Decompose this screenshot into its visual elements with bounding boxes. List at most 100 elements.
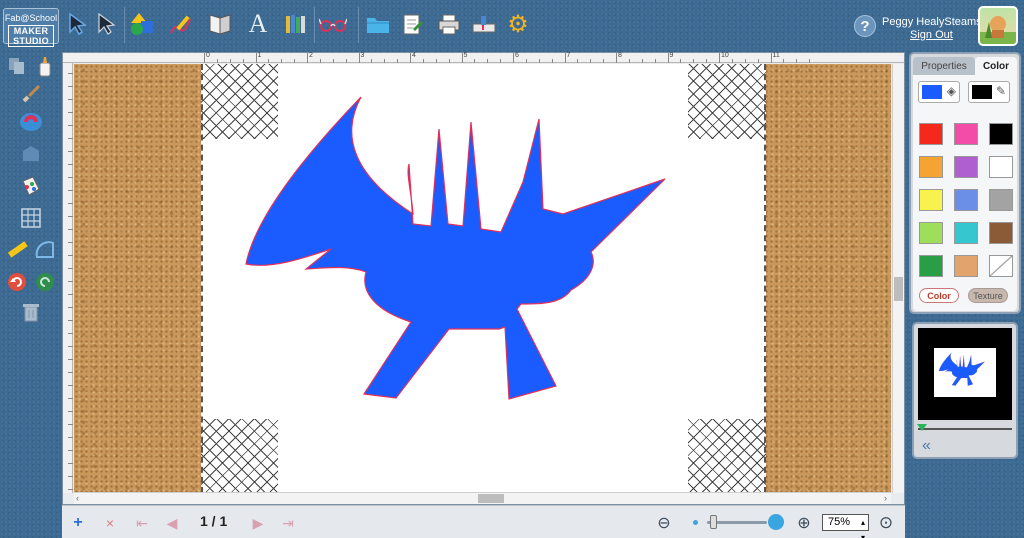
horizontal-scrollbar[interactable]: ‹ › — [74, 492, 891, 504]
fill-color-selector[interactable]: ◈ — [918, 81, 960, 103]
settings-button[interactable]: ⚙ — [503, 9, 533, 39]
ruler-tick — [68, 138, 73, 139]
color-swatch[interactable] — [954, 255, 978, 277]
fill-color-swatch — [922, 85, 942, 99]
toolbar-separator — [358, 7, 359, 43]
workspace[interactable] — [74, 64, 891, 493]
cutter-button[interactable] — [469, 9, 499, 39]
zoom-slider-thumb[interactable] — [709, 515, 717, 529]
select-tool-button[interactable] — [62, 9, 92, 39]
ruler-tick — [307, 53, 308, 63]
ruler-top: 0 1 2 3 4 5 6 7 8 9 10 11 — [63, 52, 904, 63]
prev-page-button[interactable]: ◀ — [162, 513, 182, 533]
paint-tool[interactable] — [17, 172, 45, 200]
sign-out-link[interactable]: Sign Out — [910, 29, 953, 41]
add-page-button[interactable]: + — [68, 513, 88, 533]
preview-marker-icon[interactable] — [917, 424, 927, 431]
grid-tool[interactable] — [17, 204, 45, 232]
color-swatch[interactable] — [919, 156, 943, 178]
color-swatch[interactable] — [919, 123, 943, 145]
undo-button[interactable] — [3, 268, 31, 296]
horizontal-scroll-thumb[interactable] — [478, 494, 504, 503]
ruler-tick — [268, 59, 270, 63]
color-swatch[interactable] — [919, 255, 943, 277]
shapes-tool-button[interactable] — [128, 9, 158, 39]
grid-icon — [21, 208, 41, 228]
text-tool-button[interactable]: A — [243, 9, 273, 39]
ruler-tick — [384, 59, 386, 63]
zoom-in-icon[interactable]: ⊕ — [794, 513, 814, 533]
next-page-button[interactable]: ▶ — [248, 513, 268, 533]
scroll-left-arrow-icon[interactable]: ‹ — [76, 493, 79, 503]
color-swatch[interactable] — [989, 189, 1013, 211]
ruler-tick — [731, 59, 733, 63]
ruler-tick — [68, 307, 73, 308]
brush-tool[interactable] — [17, 80, 45, 108]
print-button[interactable] — [434, 9, 464, 39]
ruler-tick — [744, 59, 746, 63]
page-preview[interactable] — [918, 328, 1012, 420]
vertical-scroll-thumb[interactable] — [894, 277, 903, 301]
open-file-button[interactable] — [363, 9, 393, 39]
ruler-tick — [68, 372, 73, 373]
draw-tool-button[interactable] — [167, 9, 197, 39]
color-swatch[interactable] — [989, 255, 1013, 277]
delete-button[interactable] — [17, 298, 45, 326]
ruler-tick — [68, 281, 73, 282]
magnet-tool[interactable] — [17, 108, 45, 136]
preview-3d-button[interactable] — [318, 9, 348, 39]
ruler-tool[interactable] — [3, 236, 31, 264]
library-tool-button[interactable] — [281, 9, 311, 39]
tab-color[interactable]: Color — [975, 57, 1017, 75]
stroke-color-selector[interactable]: ✎ — [968, 81, 1010, 103]
color-swatch[interactable] — [954, 222, 978, 244]
ruler-tick — [68, 294, 73, 295]
ruler-tick — [667, 53, 669, 63]
dragon-shape[interactable] — [245, 96, 666, 400]
ruler-tick — [68, 346, 73, 347]
updown-arrow-icon: ▴ ▾ — [860, 518, 865, 538]
color-swatch[interactable] — [989, 156, 1013, 178]
color-swatch[interactable] — [989, 123, 1013, 145]
ruler-tick — [68, 411, 73, 412]
first-page-button[interactable]: ⇤ — [132, 513, 152, 533]
color-mode-button[interactable]: Color — [919, 288, 959, 303]
fold-tool-button[interactable] — [205, 9, 235, 39]
color-swatch[interactable] — [954, 189, 978, 211]
design-canvas[interactable] — [201, 64, 766, 493]
avatar[interactable] — [978, 6, 1018, 46]
point-arrow-icon — [98, 12, 116, 35]
save-file-button[interactable] — [398, 9, 428, 39]
ruler-tick — [242, 59, 244, 63]
color-swatch[interactable] — [919, 222, 943, 244]
combine-tool[interactable] — [17, 140, 45, 168]
vertical-scrollbar[interactable] — [892, 64, 904, 493]
bottom-bar: + × ⇤ ◀ 1 / 1 ▶ ⇥ ⊖ ⊕ 75% ▴ ▾ ⊙ — [62, 505, 905, 538]
glue-tool[interactable] — [31, 52, 59, 80]
copy-tool[interactable] — [3, 52, 31, 80]
color-swatch[interactable] — [919, 189, 943, 211]
texture-mode-button[interactable]: Texture — [968, 288, 1008, 303]
color-swatch[interactable] — [989, 222, 1013, 244]
ruler-tick — [809, 59, 811, 63]
collapse-panel-chevron-icon[interactable]: « — [922, 437, 931, 455]
scroll-right-arrow-icon[interactable]: › — [884, 493, 887, 503]
zoom-level-select[interactable]: 75% ▴ ▾ — [822, 514, 869, 538]
tab-properties[interactable]: Properties — [913, 57, 975, 75]
last-page-button[interactable]: ⇥ — [278, 513, 298, 533]
redo-button[interactable] — [31, 268, 59, 296]
ruler-tick — [68, 320, 73, 321]
color-swatch[interactable] — [954, 156, 978, 178]
fold-icon — [209, 14, 231, 35]
color-swatch[interactable] — [954, 123, 978, 145]
point-edit-tool-button[interactable] — [91, 9, 121, 39]
zoom-out-icon[interactable]: ⊖ — [654, 513, 674, 533]
help-button[interactable]: ? — [854, 15, 876, 37]
zoom-fit-icon[interactable]: ⊙ — [876, 513, 896, 533]
ruler-tick — [68, 229, 73, 230]
delete-page-button[interactable]: × — [100, 513, 120, 533]
ruler-tick — [603, 59, 605, 63]
ruler-tick — [487, 59, 489, 63]
protractor-tool[interactable] — [31, 236, 59, 264]
canvas-frame: 0 1 2 3 4 5 6 7 8 9 10 11 ‹ › — [62, 52, 905, 505]
